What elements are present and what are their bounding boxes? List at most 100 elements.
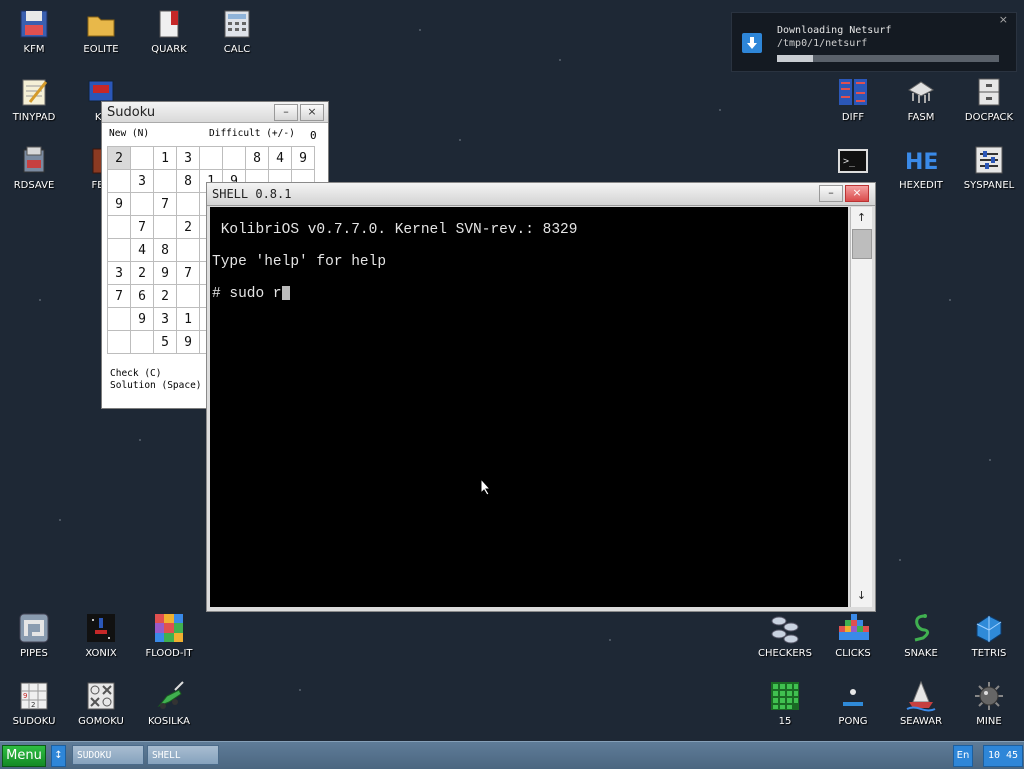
sudoku-cell[interactable]: 5: [153, 330, 177, 354]
scroll-up-icon[interactable]: ↑: [855, 211, 868, 224]
check-button[interactable]: Check (C): [110, 368, 202, 380]
sudoku-cell[interactable]: 7: [107, 284, 131, 308]
sudoku-cell[interactable]: 2: [107, 146, 131, 170]
sudoku-cell[interactable]: [130, 330, 154, 354]
close-button[interactable]: ×: [845, 185, 869, 202]
sudoku-cell[interactable]: 1: [153, 146, 177, 170]
sudoku-cell[interactable]: [107, 307, 131, 331]
close-icon[interactable]: ×: [999, 13, 1008, 26]
sudoku-cell[interactable]: 1: [176, 307, 200, 331]
desktop-icon-flood-it[interactable]: FLOOD-IT: [135, 604, 203, 659]
window-switch-icon[interactable]: ↕: [51, 745, 66, 767]
sudoku-cell[interactable]: 2: [176, 215, 200, 239]
desktop-icon-terminal[interactable]: >_: [819, 136, 887, 180]
new-game-button[interactable]: New (N): [109, 128, 149, 139]
sudoku-titlebar[interactable]: Sudoku – ×: [102, 102, 328, 123]
sudoku-cell[interactable]: [107, 169, 131, 193]
sudoku-cell[interactable]: 3: [107, 261, 131, 285]
sudoku-cell[interactable]: 9: [291, 146, 315, 170]
terminal-icon: >_: [837, 144, 869, 176]
desktop-icon-snake[interactable]: SNAKE: [887, 604, 955, 659]
sudoku-cell[interactable]: 4: [130, 238, 154, 262]
download-progress-fill: [777, 55, 813, 62]
sudoku-cell[interactable]: [107, 215, 131, 239]
sudoku-cell[interactable]: [130, 146, 154, 170]
sudoku-cell[interactable]: [222, 146, 246, 170]
sudoku-cell[interactable]: 6: [130, 284, 154, 308]
scroll-down-icon[interactable]: ↓: [855, 589, 868, 602]
sudoku-cell[interactable]: 3: [176, 146, 200, 170]
language-indicator[interactable]: En: [953, 745, 973, 767]
close-button[interactable]: ×: [300, 104, 324, 121]
desktop-icon-tinypad[interactable]: TINYPAD: [0, 68, 68, 123]
desktop-icon-pipes[interactable]: PIPES: [0, 604, 68, 659]
sudoku-cell[interactable]: 3: [130, 169, 154, 193]
sudoku-cell[interactable]: 2: [130, 261, 154, 285]
minimize-button[interactable]: –: [819, 185, 843, 202]
sudoku-cell[interactable]: 7: [153, 192, 177, 216]
sudoku-cell[interactable]: [176, 284, 200, 308]
sudoku-cell[interactable]: 9: [130, 307, 154, 331]
sudoku-cell[interactable]: 7: [176, 261, 200, 285]
desktop-icon-seawar[interactable]: SEAWAR: [887, 672, 955, 727]
vertical-scrollbar[interactable]: ↑ ↓: [850, 207, 872, 607]
sudoku-cell[interactable]: 8: [153, 238, 177, 262]
clock[interactable]: 10 45: [983, 745, 1023, 767]
sudoku-cell[interactable]: 3: [153, 307, 177, 331]
sudoku-cell[interactable]: [130, 192, 154, 216]
taskbar-item-shell[interactable]: SHELL: [147, 745, 219, 765]
desktop-icon-diff[interactable]: DIFF: [819, 68, 887, 123]
fifteen-icon: [769, 680, 801, 712]
desktop-icon-hexedit[interactable]: HE HEXEDIT: [887, 136, 955, 191]
floppy-icon: [18, 8, 50, 40]
desktop-icon-tetris[interactable]: TETRIS: [955, 604, 1023, 659]
scrollbar-thumb[interactable]: [852, 229, 872, 259]
desktop-icon-clicks[interactable]: CLICKS: [819, 604, 887, 659]
solution-button[interactable]: Solution (Space): [110, 380, 202, 392]
menu-button[interactable]: Menu: [2, 745, 46, 767]
sudoku-cell[interactable]: [107, 238, 131, 262]
sudoku-cell[interactable]: 4: [268, 146, 292, 170]
sudoku-cell[interactable]: [153, 215, 177, 239]
desktop-icon-kfm[interactable]: KFM: [0, 0, 68, 55]
desktop-icon-pong[interactable]: PONG: [819, 672, 887, 727]
desktop-icon-mine[interactable]: MINE: [955, 672, 1023, 727]
sudoku-cell[interactable]: 8: [176, 169, 200, 193]
sudoku-cell[interactable]: 9: [153, 261, 177, 285]
terminal-input[interactable]: # sudo r: [212, 286, 282, 302]
desktop-icon-15[interactable]: 15: [751, 672, 819, 727]
desktop-icon-docpack[interactable]: DOCPACK: [955, 68, 1023, 123]
minimize-button[interactable]: –: [274, 104, 298, 121]
desktop-icon-xonix[interactable]: XONIX: [67, 604, 135, 659]
taskbar-item-sudoku[interactable]: SUDOKU: [72, 745, 144, 765]
download-notification[interactable]: Downloading Netsurf /tmp0/1/netsurf ×: [731, 12, 1017, 72]
shell-titlebar[interactable]: SHELL 0.8.1 – ×: [207, 183, 875, 206]
sudoku-row: 213 849: [107, 146, 315, 170]
terminal-area[interactable]: KolibriOS v0.7.7.0. Kernel SVN-rev.: 832…: [210, 207, 848, 607]
desktop-icon-kosilka[interactable]: KOSILKA: [135, 672, 203, 727]
download-progress-bar: [777, 55, 999, 62]
sudoku-cell[interactable]: [153, 169, 177, 193]
sudoku-cell[interactable]: 9: [107, 192, 131, 216]
sudoku-cell[interactable]: 2: [153, 284, 177, 308]
sudoku-cell[interactable]: [176, 192, 200, 216]
sudoku-cell[interactable]: [199, 146, 223, 170]
difficulty-control[interactable]: Difficult (+/-): [209, 128, 295, 139]
sudoku-cell[interactable]: 9: [176, 330, 200, 354]
icon-label: SUDOKU: [12, 716, 56, 727]
desktop-icon-eolite[interactable]: EOLITE: [67, 0, 135, 55]
desktop-icon-rdsave[interactable]: RDSAVE: [0, 136, 68, 191]
desktop-icon-quark[interactable]: QUARK: [135, 0, 203, 55]
sudoku-cell[interactable]: [176, 238, 200, 262]
sudoku-icon: 92: [18, 680, 50, 712]
shell-window[interactable]: SHELL 0.8.1 – × KolibriOS v0.7.7.0. Kern…: [206, 182, 876, 612]
desktop-icon-checkers[interactable]: CHECKERS: [751, 604, 819, 659]
desktop-icon-fasm[interactable]: FASM: [887, 68, 955, 123]
desktop-icon-calc[interactable]: CALC: [203, 0, 271, 55]
sudoku-cell[interactable]: 8: [245, 146, 269, 170]
desktop-icon-sudoku[interactable]: 92 SUDOKU: [0, 672, 68, 727]
desktop-icon-gomoku[interactable]: GOMOKU: [67, 672, 135, 727]
sudoku-cell[interactable]: [107, 330, 131, 354]
desktop-icon-syspanel[interactable]: SYSPANEL: [955, 136, 1023, 191]
sudoku-cell[interactable]: 7: [130, 215, 154, 239]
